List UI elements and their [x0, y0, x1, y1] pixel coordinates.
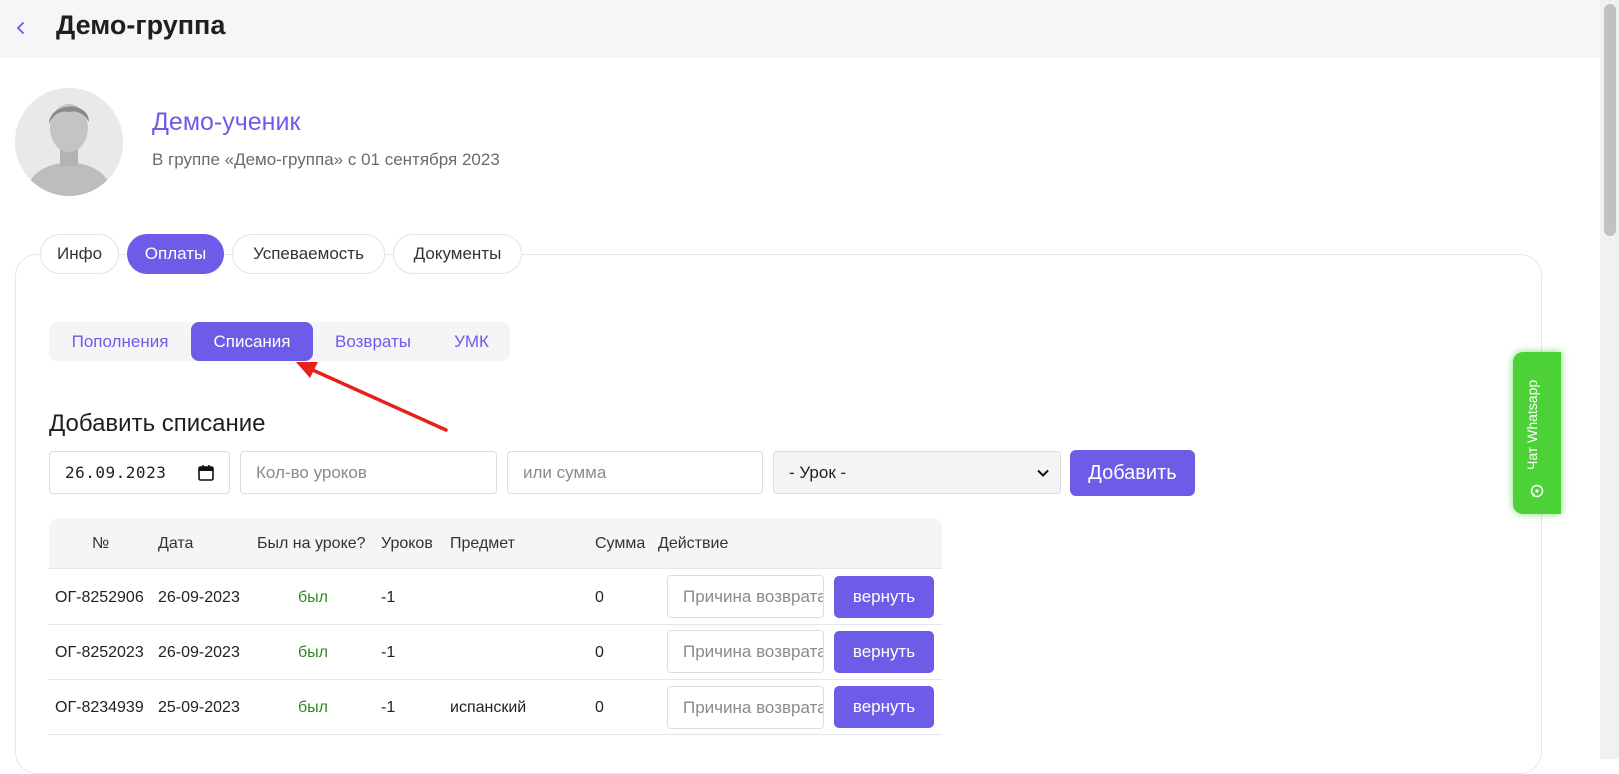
tab-progress[interactable]: Успеваемость	[232, 234, 385, 274]
row-date: 26-09-2023	[158, 644, 240, 661]
tab-payments[interactable]: Оплаты	[127, 234, 224, 274]
avatar	[15, 88, 123, 196]
row-lessons: -1	[381, 589, 396, 606]
page-title: Демо-группа	[56, 10, 226, 40]
chevron-down-icon	[1037, 469, 1049, 477]
return-reason-input[interactable]: Причина возврата	[667, 575, 824, 618]
row-sum: 0	[595, 644, 604, 661]
column-header-date: Дата	[158, 535, 194, 552]
column-header-subject: Предмет	[450, 535, 515, 552]
sum-input[interactable]: или сумма	[507, 451, 763, 494]
column-header-action: Действие	[658, 535, 729, 552]
row-attended: был	[298, 589, 328, 606]
row-id: ОГ-8252906	[55, 589, 144, 606]
return-button[interactable]: вернуть	[834, 576, 934, 618]
scrollbar[interactable]	[1600, 0, 1619, 759]
column-header-lessons: Уроков	[381, 535, 433, 552]
date-value: 26.09.2023	[65, 463, 167, 482]
date-input[interactable]: 26.09.2023	[49, 451, 230, 494]
lesson-select-value: - Урок -	[789, 462, 847, 482]
subtab-topups[interactable]: Пополнения	[55, 322, 185, 361]
row-date: 25-09-2023	[158, 699, 240, 716]
return-reason-input[interactable]: Причина возврата	[667, 630, 824, 673]
row-subject: испанский	[450, 699, 527, 716]
scrollbar-thumb[interactable]	[1604, 4, 1616, 236]
lesson-select[interactable]: - Урок -	[773, 451, 1061, 494]
section-title: Добавить списание	[49, 410, 266, 437]
top-bar: Демо-группа	[0, 0, 1600, 58]
tab-info[interactable]: Инфо	[40, 234, 119, 274]
whatsapp-icon	[1530, 484, 1544, 498]
return-reason-input[interactable]: Причина возврата	[667, 686, 824, 729]
lessons-count-input[interactable]: Кол-во уроков	[240, 451, 497, 494]
row-date: 26-09-2023	[158, 589, 240, 606]
column-header-attended: Был на уроке?	[257, 535, 366, 552]
add-writeoff-button[interactable]: Добавить	[1070, 450, 1195, 496]
row-lessons: -1	[381, 699, 396, 716]
return-button[interactable]: вернуть	[834, 686, 934, 728]
row-attended: был	[298, 644, 328, 661]
back-chevron-icon[interactable]	[12, 16, 34, 40]
column-header-sum: Сумма	[595, 535, 646, 552]
return-button[interactable]: вернуть	[834, 631, 934, 673]
student-group-info: В группе «Демо-группа» с 01 сентября 202…	[152, 150, 500, 169]
calendar-icon[interactable]	[197, 464, 215, 482]
annotation-arrow-icon	[296, 362, 448, 432]
row-id: ОГ-8234939	[55, 699, 144, 716]
user-silhouette-icon	[15, 88, 123, 196]
row-sum: 0	[595, 699, 604, 716]
whatsapp-chat-label: Чат Whatsapp	[1524, 379, 1540, 470]
row-id: ОГ-8252023	[55, 644, 144, 661]
tab-documents[interactable]: Документы	[393, 234, 522, 274]
student-name[interactable]: Демо-ученик	[152, 108, 300, 137]
row-sum: 0	[595, 589, 604, 606]
column-header-number: №	[92, 535, 110, 552]
row-lessons: -1	[381, 644, 396, 661]
row-attended: был	[298, 699, 328, 716]
